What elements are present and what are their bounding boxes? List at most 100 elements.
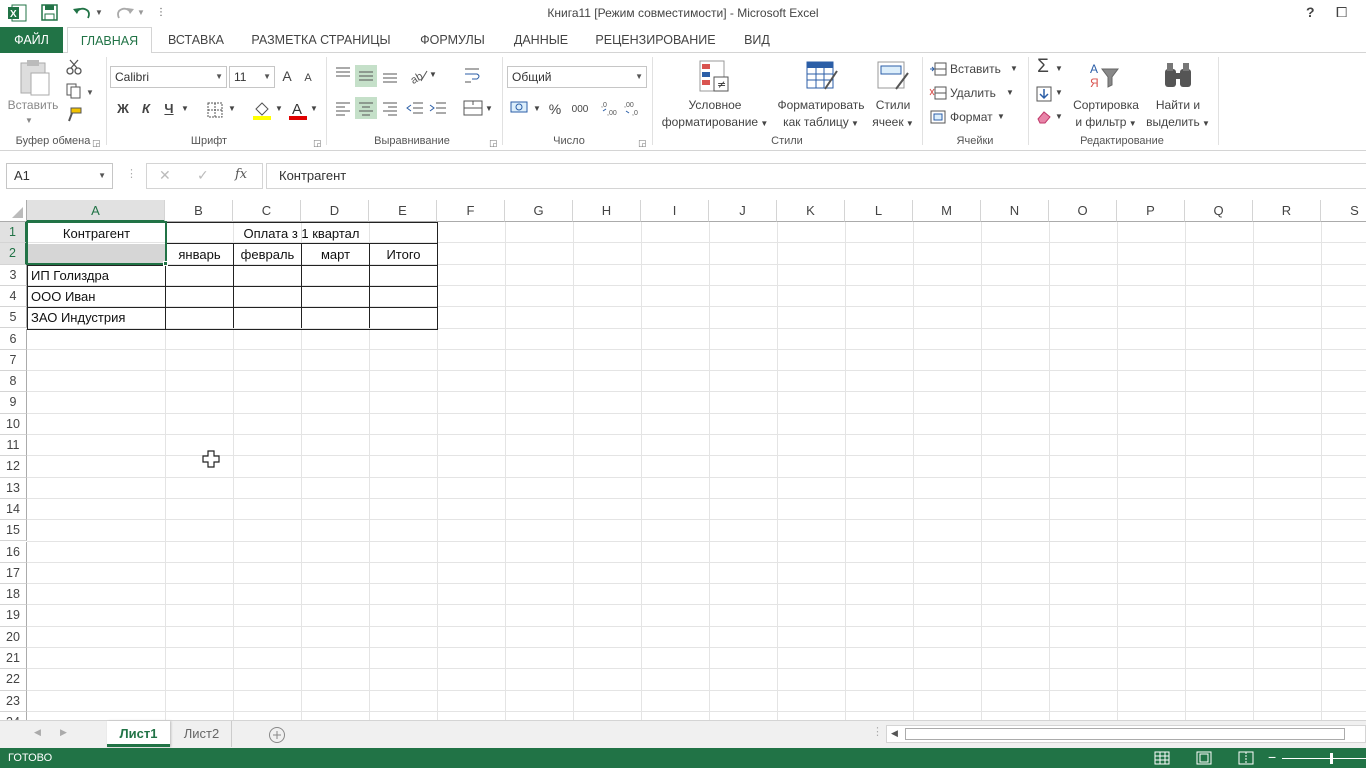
- column-header-q[interactable]: Q: [1185, 200, 1253, 222]
- format-cells-icon[interactable]: [929, 109, 947, 125]
- column-header-d[interactable]: D: [301, 200, 369, 222]
- column-header-g[interactable]: G: [505, 200, 573, 222]
- delete-cells-icon[interactable]: [929, 85, 947, 101]
- row-header-14[interactable]: 14: [0, 498, 27, 521]
- row-header-22[interactable]: 22: [0, 669, 27, 691]
- alignment-launcher-icon[interactable]: ◲: [489, 135, 498, 151]
- font-color-dropdown-icon[interactable]: ▼: [309, 99, 319, 121]
- tab-data[interactable]: ДАННЫЕ: [505, 27, 577, 53]
- scroll-left-icon[interactable]: ◀: [891, 728, 898, 739]
- copy-dropdown-icon[interactable]: ▼: [86, 85, 94, 101]
- select-all-corner[interactable]: [0, 200, 27, 222]
- row-header-16[interactable]: 16: [0, 541, 27, 563]
- tab-page-layout[interactable]: РАЗМЕТКА СТРАНИЦЫ: [243, 27, 399, 53]
- wrap-text-icon[interactable]: [463, 65, 483, 85]
- cell-a4[interactable]: ООО Иван: [31, 286, 164, 307]
- tab-home[interactable]: ГЛАВНАЯ: [67, 27, 152, 54]
- sheet-tab-2[interactable]: Лист2: [172, 721, 232, 747]
- autosum-icon[interactable]: Σ: [1033, 57, 1053, 79]
- percent-style-button[interactable]: %: [546, 99, 564, 121]
- format-as-table-label-1[interactable]: Форматировать: [772, 97, 870, 113]
- zoom-slider-track[interactable]: [1282, 758, 1366, 759]
- align-left-icon[interactable]: [334, 99, 352, 117]
- row-header-4[interactable]: 4: [0, 285, 27, 308]
- row-header-18[interactable]: 18: [0, 584, 27, 606]
- bold-button[interactable]: Ж: [114, 99, 132, 121]
- paste-button[interactable]: Вставить: [2, 97, 64, 113]
- clear-icon[interactable]: [1035, 109, 1053, 125]
- insert-cells-button[interactable]: Вставить: [950, 61, 1001, 77]
- sheet-tab-1[interactable]: Лист1: [107, 721, 170, 747]
- new-sheet-icon[interactable]: [268, 726, 286, 744]
- row-header-20[interactable]: 20: [0, 626, 27, 648]
- row-header-24[interactable]: 24: [0, 711, 27, 720]
- format-as-table-button[interactable]: как таблицу ▼: [772, 114, 870, 132]
- tab-file[interactable]: ФАЙЛ: [0, 27, 63, 53]
- fill-color-icon[interactable]: [252, 99, 272, 121]
- row-header-21[interactable]: 21: [0, 648, 27, 670]
- formula-input[interactable]: Контрагент: [266, 163, 1366, 189]
- page-layout-view-icon[interactable]: [1196, 751, 1212, 765]
- align-right-icon[interactable]: [381, 99, 399, 117]
- column-header-n[interactable]: N: [981, 200, 1049, 222]
- cut-icon[interactable]: [66, 59, 82, 75]
- number-format-combo[interactable]: Общий ▼: [507, 66, 647, 88]
- font-launcher-icon[interactable]: ◲: [313, 135, 322, 151]
- cancel-entry-icon[interactable]: ✕: [159, 167, 171, 184]
- row-header-13[interactable]: 13: [0, 477, 27, 499]
- decrease-decimal-icon[interactable]: ,00 ,0: [624, 99, 644, 117]
- column-header-b[interactable]: B: [165, 200, 233, 222]
- align-top-icon[interactable]: [334, 65, 352, 83]
- autosum-dropdown-icon[interactable]: ▼: [1054, 59, 1064, 81]
- cell-b2[interactable]: январь: [166, 244, 233, 265]
- tab-split-grip-icon[interactable]: ⋮: [872, 725, 883, 738]
- font-name-dropdown-icon[interactable]: ▼: [215, 67, 223, 87]
- zoom-slider-thumb[interactable]: [1330, 753, 1333, 764]
- sort-filter-icon[interactable]: A Я: [1088, 59, 1122, 95]
- currency-format-icon[interactable]: [510, 99, 532, 117]
- fill-handle[interactable]: [163, 261, 168, 266]
- underline-button[interactable]: Ч: [160, 99, 178, 121]
- row-header-5[interactable]: 5: [0, 307, 27, 329]
- find-select-label-1[interactable]: Найти и: [1144, 97, 1212, 113]
- format-painter-icon[interactable]: [66, 107, 82, 123]
- cell-styles-icon[interactable]: [876, 59, 910, 95]
- page-break-view-icon[interactable]: [1238, 751, 1254, 765]
- align-bottom-icon[interactable]: [381, 65, 399, 85]
- orientation-dropdown-icon[interactable]: ▼: [428, 65, 438, 87]
- cell-c2[interactable]: февраль: [234, 244, 301, 265]
- increase-font-size-icon[interactable]: A: [279, 66, 295, 88]
- find-select-icon[interactable]: [1162, 61, 1196, 93]
- tab-view[interactable]: ВИД: [734, 27, 780, 53]
- horizontal-scroll-thumb[interactable]: [905, 728, 1345, 740]
- row-header-15[interactable]: 15: [0, 520, 27, 542]
- increase-indent-icon[interactable]: [428, 99, 448, 117]
- cell-styles-button[interactable]: ячеек ▼: [866, 114, 920, 132]
- comma-style-button[interactable]: 000: [569, 100, 591, 122]
- clipboard-launcher-icon[interactable]: ◲: [92, 135, 101, 151]
- increase-decimal-icon[interactable]: ,0 ,00: [601, 99, 621, 117]
- row-header-12[interactable]: 12: [0, 456, 27, 478]
- column-header-m[interactable]: M: [913, 200, 981, 222]
- column-header-a[interactable]: A: [27, 200, 165, 222]
- column-header-j[interactable]: J: [709, 200, 777, 222]
- insert-function-icon[interactable]: fx: [235, 167, 247, 182]
- decrease-indent-icon[interactable]: [405, 99, 425, 117]
- name-box[interactable]: A1 ▼: [6, 163, 113, 189]
- column-header-h[interactable]: H: [573, 200, 641, 222]
- help-button[interactable]: ?: [1306, 4, 1315, 20]
- borders-icon[interactable]: [206, 101, 224, 119]
- row-header-10[interactable]: 10: [0, 413, 27, 435]
- column-header-e[interactable]: E: [369, 200, 437, 222]
- column-header-i[interactable]: I: [641, 200, 709, 222]
- align-center-icon[interactable]: [355, 97, 377, 119]
- scroll-tabs-left-icon[interactable]: ◀: [34, 727, 41, 738]
- confirm-entry-icon[interactable]: ✓: [197, 167, 209, 184]
- row-header-2[interactable]: 2: [0, 243, 27, 265]
- merge-dropdown-icon[interactable]: ▼: [484, 99, 494, 121]
- row-header-7[interactable]: 7: [0, 349, 27, 372]
- zoom-out-icon[interactable]: −: [1268, 749, 1276, 765]
- sort-filter-label-1[interactable]: Сортировка: [1066, 97, 1146, 113]
- format-as-table-icon[interactable]: [805, 59, 839, 95]
- format-cells-button[interactable]: Формат: [950, 109, 993, 125]
